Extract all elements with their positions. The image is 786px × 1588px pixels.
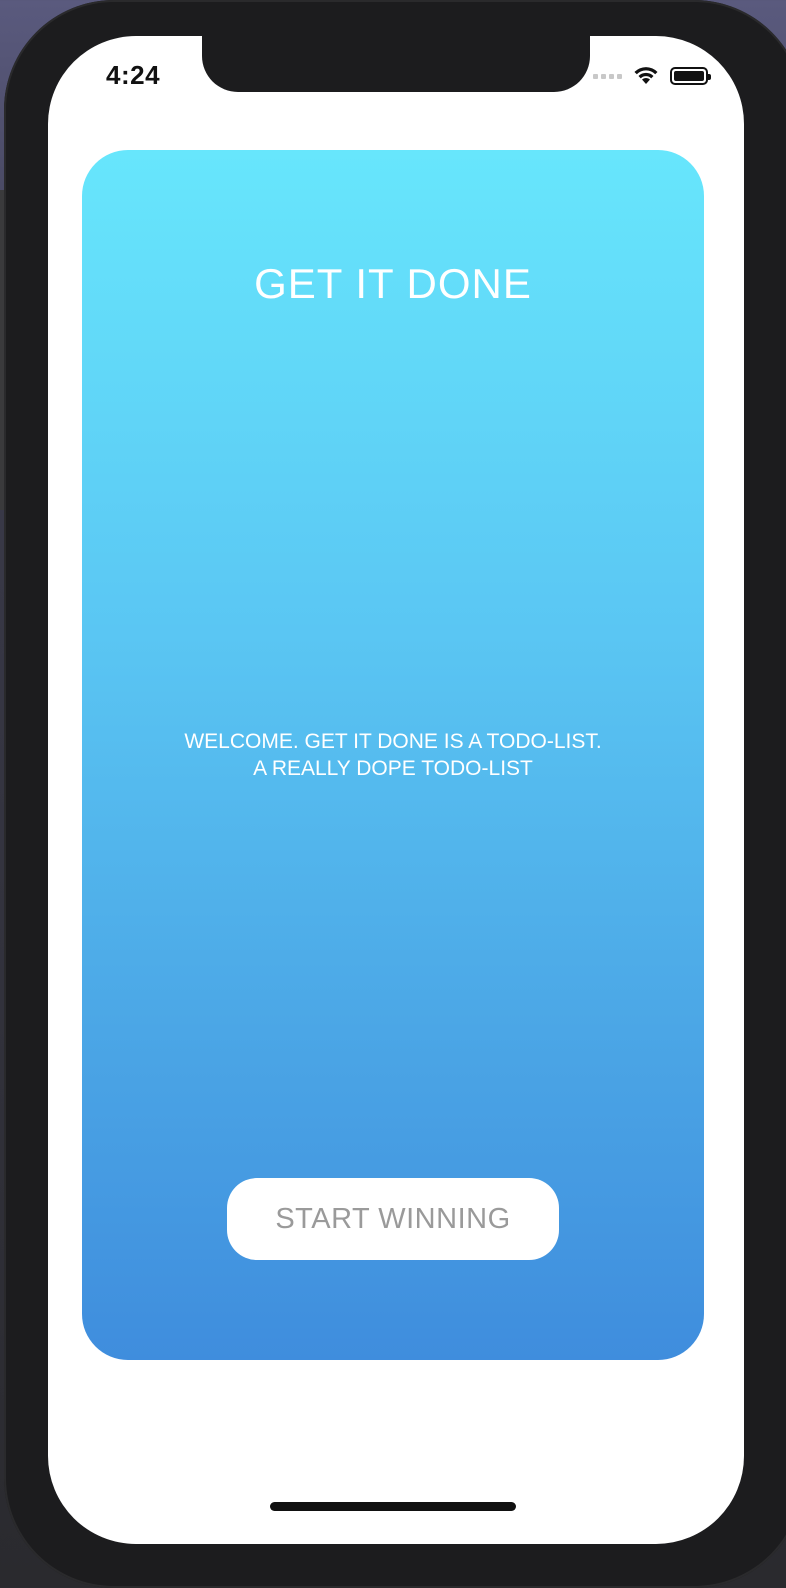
wifi-icon bbox=[634, 67, 658, 84]
app-title: GET IT DONE bbox=[254, 260, 532, 307]
welcome-card: GET IT DONE WELCOME. GET IT DONE IS A TO… bbox=[82, 150, 704, 1360]
status-icons bbox=[593, 66, 711, 86]
notch bbox=[202, 36, 590, 92]
status-time: 4:24 bbox=[106, 60, 161, 90]
battery-icon bbox=[670, 67, 711, 85]
welcome-message: WELCOME. GET IT DONE IS A TODO-LIST. A R… bbox=[82, 728, 704, 782]
welcome-line-2: A REALLY DOPE TODO-LIST bbox=[253, 757, 533, 780]
cellular-signal-icon bbox=[593, 73, 622, 79]
home-indicator[interactable] bbox=[270, 1502, 516, 1511]
start-winning-button[interactable]: START WINNING bbox=[227, 1178, 559, 1260]
welcome-line-1: WELCOME. GET IT DONE IS A TODO-LIST. bbox=[184, 730, 602, 753]
